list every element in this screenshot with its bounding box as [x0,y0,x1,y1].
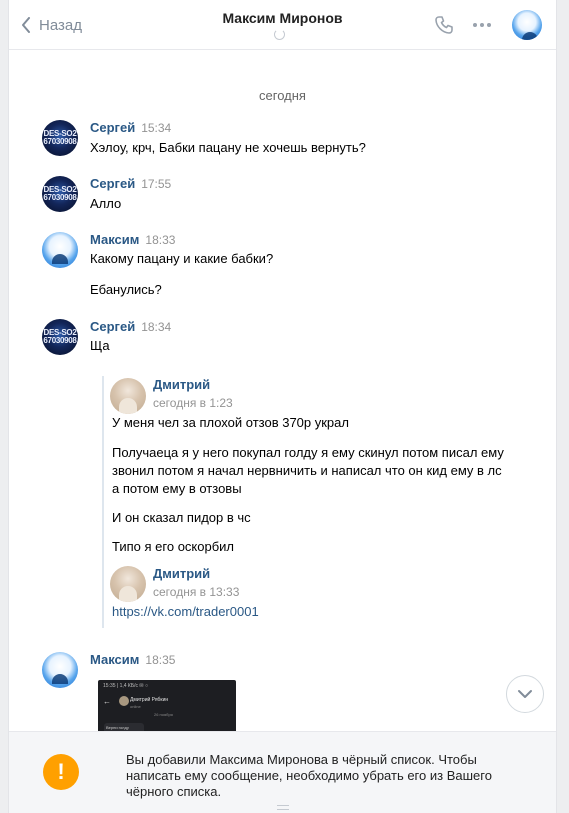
attachment-date: 26 ноября [154,712,173,717]
message-time[interactable]: 17:55 [141,177,171,191]
forwarded-time[interactable]: сегодня в 1:23 [153,396,233,410]
avatar[interactable]: DES-SO2 67030908 [42,319,78,355]
message: DES-SO2 67030908 Сергей 18:34 Ща [42,319,522,359]
forwarded-text: И он сказал пидор в чс [112,510,251,525]
attachment-avatar [119,696,129,706]
message-text: Какому пацану и какие бабки? [90,251,274,266]
message-time[interactable]: 15:34 [141,121,171,135]
date-divider: сегодня [259,88,306,103]
forwarded-text: Типо я его оскорбил [112,539,235,554]
message-time[interactable]: 18:33 [145,233,175,247]
message: Максим 18:33 Какому пацану и какие бабки?… [42,232,522,302]
image-attachment[interactable]: 15:35 | 1,4 КБ/с ✉ ○ ← Дмитрий Рябкин on… [98,680,236,734]
chat-panel: Назад Максим Миронов сегодня DES-SO2 670… [8,0,557,813]
resize-handle[interactable] [277,805,289,810]
message-author[interactable]: Максим 18:35 [90,652,175,667]
loading-spinner-icon [274,29,285,40]
avatar[interactable] [110,378,146,414]
blacklist-notice: ! Вы добавили Максима Миронова в чёрный … [9,731,556,813]
avatar-text: DES-SO2 67030908 [43,328,77,345]
profile-link[interactable]: https://vk.com/trader0001 [112,603,512,621]
author-name: Максим [90,652,140,667]
message: DES-SO2 67030908 Сергей 17:55 Алло [42,176,522,216]
message-author[interactable]: Максим 18:33 [90,232,175,247]
message: DES-SO2 67030908 Сергей 15:34 Хэлоу, крч,… [42,120,522,160]
avatar[interactable] [42,232,78,268]
warning-icon: ! [43,754,79,790]
chevron-down-icon [518,690,532,698]
chat-header: Назад Максим Миронов [9,0,556,50]
message-text: Алло [90,196,122,211]
avatar[interactable]: DES-SO2 67030908 [42,120,78,156]
message-text: Хэлоу, крч, Бабки пацану не хочешь верну… [90,140,366,155]
forwarded-messages: Дмитрий сегодня в 1:23 У меня чел за пло… [102,376,524,628]
forwarded-text: Получаеца я у него покупал голду я ему с… [112,445,504,496]
header-avatar[interactable] [512,10,542,40]
avatar-text: DES-SO2 67030908 [43,185,77,202]
author-name: Сергей [90,176,136,191]
more-icon[interactable] [471,15,493,35]
author-name: Максим [90,232,140,247]
attachment-status: online [130,704,141,709]
attachment-contact: Дмитрий Рябкин [130,697,169,703]
avatar[interactable] [42,652,78,688]
message-text: Ебанулись? [90,282,162,297]
avatar[interactable]: DES-SO2 67030908 [42,176,78,212]
scroll-down-button[interactable] [506,675,544,713]
phone-icon[interactable] [434,15,454,35]
forwarded-author[interactable]: Дмитрий [153,377,210,392]
forwarded-text: У меня чел за плохой отзов 370р украл [112,415,349,430]
author-name: Сергей [90,319,136,334]
message-author[interactable]: Сергей 17:55 [90,176,171,191]
forwarded-time[interactable]: сегодня в 13:33 [153,585,239,599]
message-author[interactable]: Сергей 15:34 [90,120,171,135]
message-author[interactable]: Сергей 18:34 [90,319,171,334]
message-time[interactable]: 18:35 [145,653,175,667]
attachment-status-bar: 15:35 | 1,4 КБ/с ✉ ○ [103,683,148,689]
message-text: Ща [90,338,110,353]
notice-text: Вы добавили Максима Миронова в чёрный сп… [126,752,492,799]
author-name: Сергей [90,120,136,135]
avatar-text: DES-SO2 67030908 [43,129,77,146]
forwarded-author[interactable]: Дмитрий [153,566,210,581]
avatar[interactable] [110,566,146,602]
back-arrow-icon: ← [103,697,111,706]
message-time[interactable]: 18:34 [141,320,171,334]
